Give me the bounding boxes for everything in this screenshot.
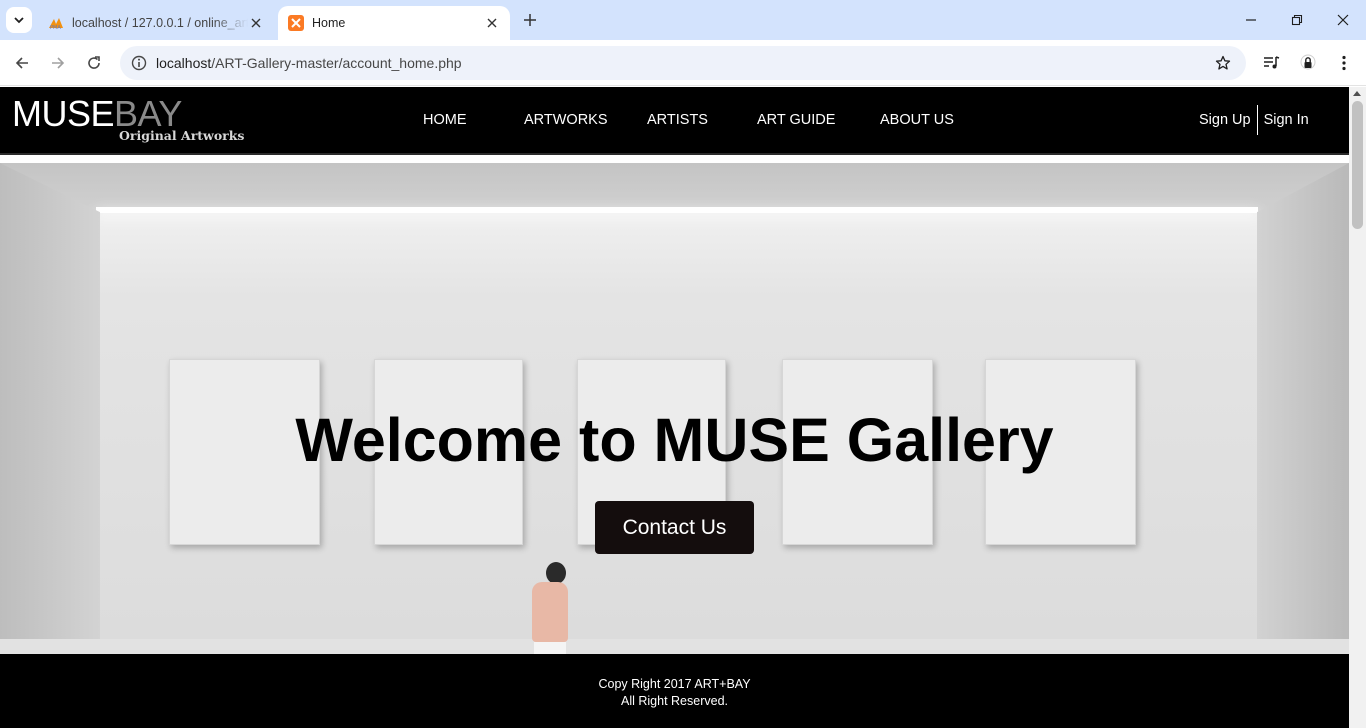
tab-title: Home xyxy=(312,16,346,30)
close-tab-icon[interactable] xyxy=(484,15,500,31)
restore-button[interactable] xyxy=(1285,8,1309,32)
hero-light-strip xyxy=(96,207,1258,213)
restore-icon xyxy=(1291,14,1303,26)
reload-button[interactable] xyxy=(82,51,106,75)
site-logo[interactable]: MUSEBAY Original Artworks xyxy=(12,93,244,143)
browser-tab-strip: PMA localhost / 127.0.0.1 / online_art H… xyxy=(0,0,1366,40)
minimize-button[interactable] xyxy=(1239,8,1263,32)
new-tab-button[interactable] xyxy=(518,8,542,32)
chevron-down-icon xyxy=(14,17,24,24)
arrow-right-icon xyxy=(52,57,65,69)
sign-up-link[interactable]: Sign Up xyxy=(1199,112,1251,128)
nav-art-guide[interactable]: ART GUIDE xyxy=(757,112,835,128)
gallery-visitor-figure xyxy=(528,562,572,654)
tab-search-button[interactable] xyxy=(6,7,32,33)
auth-links: Sign Up Sign In xyxy=(1199,105,1309,135)
header-divider xyxy=(0,153,1349,163)
site-info-icon[interactable] xyxy=(122,46,156,80)
tab-home[interactable]: Home xyxy=(278,6,510,40)
browser-toolbar: localhost/ART-Gallery-master/account_hom… xyxy=(0,40,1366,86)
page-viewport: MUSEBAY Original Artworks HOME ARTWORKS … xyxy=(0,87,1349,728)
bookmark-star-icon[interactable] xyxy=(1214,54,1232,72)
tab-phpmyadmin[interactable]: PMA localhost / 127.0.0.1 / online_art xyxy=(38,6,274,40)
reload-icon xyxy=(88,56,100,69)
hero-title: Welcome to MUSE Gallery xyxy=(295,406,1054,474)
site-footer: Copy Right 2017 ART+BAY All Right Reserv… xyxy=(0,654,1349,728)
hero-ceiling xyxy=(0,163,1349,211)
nav-artworks[interactable]: ARTWORKS xyxy=(524,112,608,128)
nav-artists[interactable]: ARTISTS xyxy=(647,112,708,128)
close-window-button[interactable] xyxy=(1331,8,1355,32)
contact-us-button[interactable]: Contact Us xyxy=(595,501,754,554)
minimize-icon xyxy=(1246,19,1256,21)
phpmyadmin-icon: PMA xyxy=(48,15,64,31)
svg-text:PMA: PMA xyxy=(50,25,61,30)
close-tab-icon[interactable] xyxy=(248,15,264,31)
logo-tagline: Original Artworks xyxy=(119,128,245,143)
hero-floor xyxy=(0,639,1349,654)
footer-copyright: Copy Right 2017 ART+BAY xyxy=(598,677,751,691)
url-text: localhost/ART-Gallery-master/account_hom… xyxy=(156,55,462,71)
xampp-icon xyxy=(288,15,304,31)
arrow-left-icon xyxy=(15,57,28,69)
site-header: MUSEBAY Original Artworks HOME ARTWORKS … xyxy=(0,87,1349,153)
nav-about-us[interactable]: ABOUT US xyxy=(880,112,954,128)
forward-button[interactable] xyxy=(46,51,70,75)
footer-rights: All Right Reserved. xyxy=(621,694,728,708)
media-controls-button[interactable] xyxy=(1260,51,1284,75)
scrollbar-thumb[interactable] xyxy=(1352,101,1363,229)
sign-in-link[interactable]: Sign In xyxy=(1264,112,1309,128)
logo-muse: MUSE xyxy=(12,93,115,134)
back-button[interactable] xyxy=(10,51,34,75)
scroll-up-arrow-icon[interactable] xyxy=(1353,91,1361,96)
close-icon xyxy=(1337,14,1349,26)
nav-home[interactable]: HOME xyxy=(423,112,467,128)
plus-icon xyxy=(524,14,536,26)
browser-menu-button[interactable] xyxy=(1332,51,1356,75)
tab-title: localhost / 127.0.0.1 / online_art xyxy=(72,16,248,30)
playlist-icon xyxy=(1264,56,1280,69)
extension-button[interactable] xyxy=(1296,51,1320,75)
page-scrollbar[interactable] xyxy=(1349,87,1366,728)
address-bar[interactable]: localhost/ART-Gallery-master/account_hom… xyxy=(120,46,1246,80)
lock-icon xyxy=(1300,54,1316,70)
auth-divider xyxy=(1256,105,1258,135)
kebab-menu-icon xyxy=(1342,55,1346,71)
